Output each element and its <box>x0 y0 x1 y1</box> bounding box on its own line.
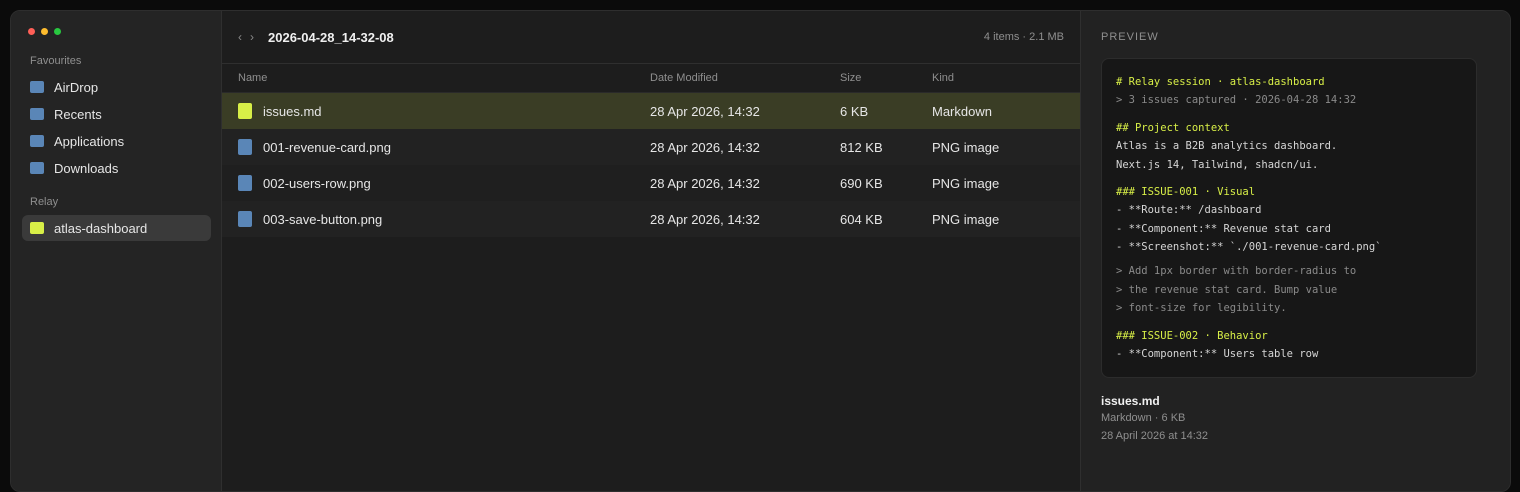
image-file-icon <box>238 211 252 227</box>
file-size: 604 KB <box>840 212 883 227</box>
preview-file-kind: Markdown · 6 KB <box>1101 412 1186 424</box>
preview-pane: PREVIEW # Relay session · atlas-dashboar… <box>1080 11 1510 491</box>
column-header-name[interactable]: Name <box>238 72 267 84</box>
minimize-window-button[interactable] <box>41 28 48 35</box>
forward-button[interactable]: › <box>250 30 256 44</box>
file-name: 003-save-button.png <box>263 212 383 227</box>
folder-icon <box>30 108 44 120</box>
file-row-002-users-row[interactable]: 002-users-row.png 28 Apr 2026, 14:32 690… <box>222 165 1080 201</box>
folder-meta: 4 items · 2.1 MB <box>983 31 1064 43</box>
preview-line: - **Route:** /dashboard <box>1116 204 1262 216</box>
preview-line: > the revenue stat card. Bump value <box>1116 284 1338 296</box>
file-kind: PNG image <box>932 176 1000 191</box>
file-size: 690 KB <box>840 176 883 191</box>
zoom-window-button[interactable] <box>54 28 61 35</box>
sidebar-section-favourites: Favourites <box>30 55 82 67</box>
file-size: 6 KB <box>840 104 869 119</box>
sidebar-item-label: atlas-dashboard <box>54 220 148 236</box>
column-headers: Name Date Modified Size Kind <box>222 64 1080 93</box>
finder-window: Favourites AirDrop Recents Applications … <box>10 10 1511 492</box>
preview-line: # Relay session · atlas-dashboard <box>1116 76 1325 88</box>
sidebar-section-relay: Relay <box>30 196 59 208</box>
folder-title: 2026-04-28_14-32-08 <box>268 30 394 45</box>
file-row-003-save-button[interactable]: 003-save-button.png 28 Apr 2026, 14:32 6… <box>222 201 1080 237</box>
sidebar-item-airdrop[interactable]: AirDrop <box>22 74 211 100</box>
markdown-preview[interactable]: # Relay session · atlas-dashboard > 3 is… <box>1101 58 1477 378</box>
preview-line: ### ISSUE-002 · Behavior <box>1116 330 1268 342</box>
sidebar-item-downloads[interactable]: Downloads <box>22 155 211 181</box>
preview-label: PREVIEW <box>1101 31 1159 43</box>
preview-line: - **Screenshot:** `./001-revenue-card.pn… <box>1116 241 1382 253</box>
sidebar-item-label: Applications <box>54 133 125 149</box>
folder-icon <box>30 135 44 147</box>
preview-line: ### ISSUE-001 · Visual <box>1116 186 1256 198</box>
image-file-icon <box>238 139 252 155</box>
image-file-icon <box>238 175 252 191</box>
sidebar: Favourites AirDrop Recents Applications … <box>11 11 222 491</box>
file-row-issues-md[interactable]: issues.md 28 Apr 2026, 14:32 6 KB Markdo… <box>222 93 1080 129</box>
preview-line: - **Component:** Revenue stat card <box>1116 223 1331 235</box>
file-kind: Markdown <box>932 104 992 119</box>
preview-line: Next.js 14, Tailwind, shadcn/ui. <box>1116 159 1319 171</box>
toolbar: ‹ › 2026-04-28_14-32-08 4 items · 2.1 MB <box>222 11 1080 64</box>
sidebar-item-label: Recents <box>54 106 102 122</box>
file-date: 28 Apr 2026, 14:32 <box>650 176 760 191</box>
file-kind: PNG image <box>932 212 1000 227</box>
column-header-size[interactable]: Size <box>840 72 861 84</box>
nav-arrows: ‹ › <box>238 30 262 44</box>
file-date: 28 Apr 2026, 14:32 <box>650 140 760 155</box>
file-date: 28 Apr 2026, 14:32 <box>650 212 760 227</box>
close-window-button[interactable] <box>28 28 35 35</box>
preview-line: > Add 1px border with border-radius to <box>1116 265 1357 277</box>
sidebar-item-recents[interactable]: Recents <box>22 101 211 127</box>
file-name: 001-revenue-card.png <box>263 140 391 155</box>
file-row-001-revenue-card[interactable]: 001-revenue-card.png 28 Apr 2026, 14:32 … <box>222 129 1080 165</box>
preview-line: ## Project context <box>1116 122 1230 134</box>
sidebar-item-label: AirDrop <box>54 79 99 95</box>
markdown-file-icon <box>238 103 252 119</box>
sidebar-item-label: Downloads <box>54 160 119 176</box>
preview-line: - **Component:** Users table row <box>1116 348 1319 360</box>
preview-line: Atlas is a B2B analytics dashboard. <box>1116 140 1338 152</box>
file-kind: PNG image <box>932 140 1000 155</box>
file-name: 002-users-row.png <box>263 176 371 191</box>
folder-icon <box>30 222 44 234</box>
sidebar-item-atlas-dashboard[interactable]: atlas-dashboard <box>22 215 211 241</box>
column-header-date[interactable]: Date Modified <box>650 72 718 84</box>
preview-line: > 3 issues captured · 2026-04-28 14:32 <box>1116 94 1357 106</box>
folder-icon <box>30 162 44 174</box>
folder-icon <box>30 81 44 93</box>
preview-line: > font-size for legibility. <box>1116 302 1287 314</box>
preview-file-name: issues.md <box>1101 394 1160 408</box>
back-button[interactable]: ‹ <box>238 30 244 44</box>
file-size: 812 KB <box>840 140 883 155</box>
column-header-kind[interactable]: Kind <box>932 72 954 84</box>
preview-file-date: 28 April 2026 at 14:32 <box>1101 430 1209 442</box>
sidebar-item-applications[interactable]: Applications <box>22 128 211 154</box>
file-browser: ‹ › 2026-04-28_14-32-08 4 items · 2.1 MB … <box>222 11 1080 491</box>
file-name: issues.md <box>263 104 322 119</box>
window-controls <box>28 28 61 35</box>
file-date: 28 Apr 2026, 14:32 <box>650 104 760 119</box>
